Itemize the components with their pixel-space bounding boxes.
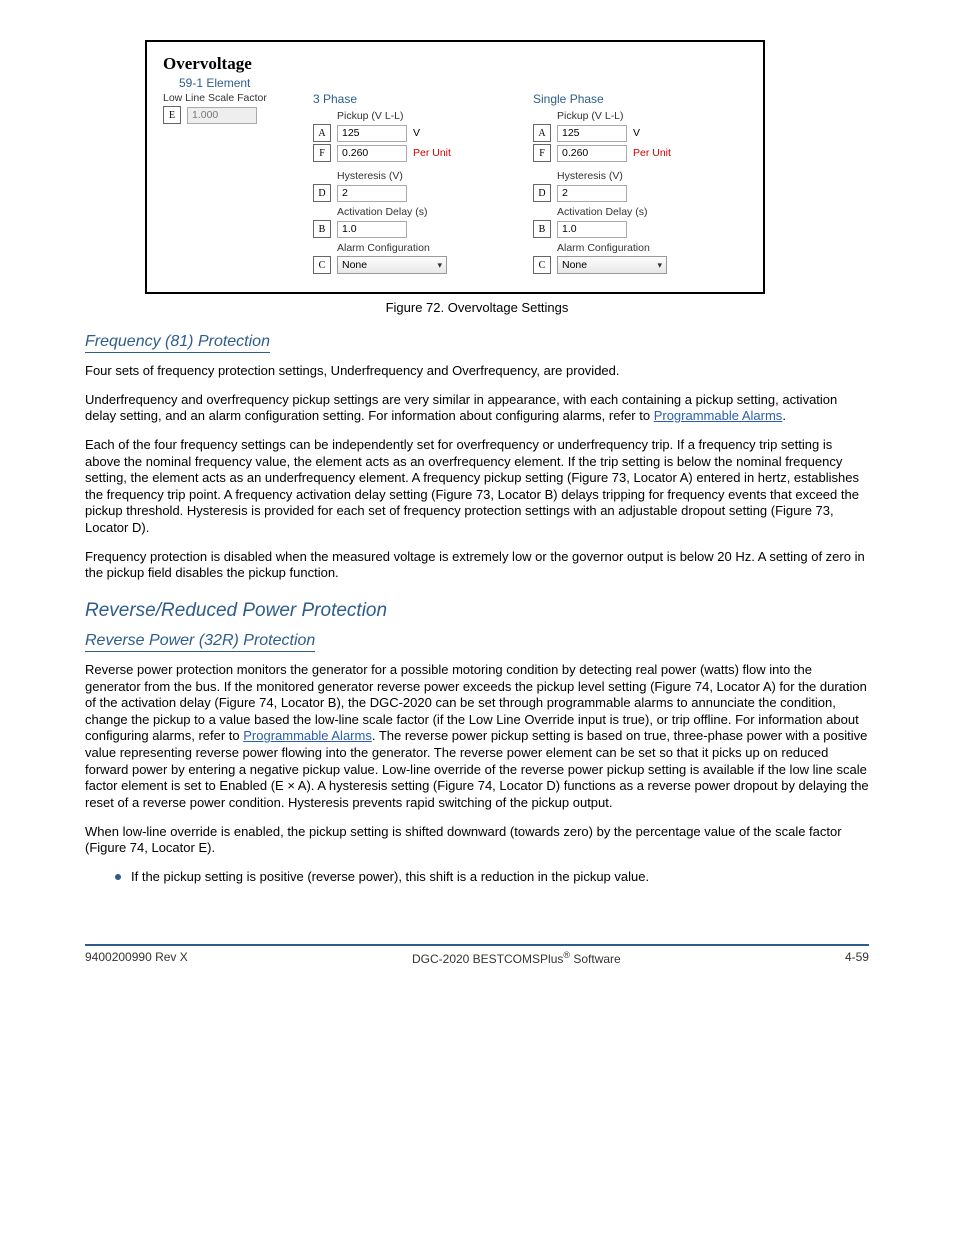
callout-d: D xyxy=(313,184,331,202)
col-heading-3phase: 3 Phase xyxy=(313,92,493,106)
figure-caption: Figure 72. Overvoltage Settings xyxy=(85,300,869,315)
callout-f: F xyxy=(313,144,331,162)
col-heading-single-phase: Single Phase xyxy=(533,92,713,106)
pickup-unit-sp: V xyxy=(633,127,640,139)
pickup-field[interactable]: 125 xyxy=(337,125,407,142)
perunit-unit-sp: Per Unit xyxy=(633,147,671,159)
bullet-item: If the pickup setting is positive (rever… xyxy=(115,869,869,884)
footer-left: 9400200990 Rev X xyxy=(85,950,188,966)
scale-factor-field[interactable]: 1.000 xyxy=(187,107,257,124)
callout-c-sp: C xyxy=(533,256,551,274)
subsection-32r-title: Reverse Power (32R) Protection xyxy=(85,632,315,652)
freq-para-2: Underfrequency and overfrequency pickup … xyxy=(85,392,869,425)
pickup-label: Pickup (V L-L) xyxy=(337,110,493,122)
alarm-dropdown-sp[interactable]: None xyxy=(557,256,667,274)
freq-para-3: Each of the four frequency settings can … xyxy=(85,437,869,537)
pickup-label-sp: Pickup (V L-L) xyxy=(557,110,713,122)
scale-factor-label: Low Line Scale Factor xyxy=(163,92,273,104)
figure-group-title: 59-1 Element xyxy=(179,76,747,90)
hysteresis-field[interactable]: 2 xyxy=(337,185,407,202)
callout-c: C xyxy=(313,256,331,274)
delay-field-sp[interactable]: 1.0 xyxy=(557,221,627,238)
callout-a-sp: A xyxy=(533,124,551,142)
callout-a: A xyxy=(313,124,331,142)
delay-label-sp: Activation Delay (s) xyxy=(557,206,713,218)
rev-power-para-2: When low-line override is enabled, the p… xyxy=(85,824,869,857)
section-reverse-power-title: Reverse/Reduced Power Protection xyxy=(85,600,869,622)
pickup-unit: V xyxy=(413,127,420,139)
perunit-field-sp[interactable]: 0.260 xyxy=(557,145,627,162)
alarm-label: Alarm Configuration xyxy=(337,242,493,254)
delay-field[interactable]: 1.0 xyxy=(337,221,407,238)
bullet-text: If the pickup setting is positive (rever… xyxy=(131,869,649,884)
callout-f-sp: F xyxy=(533,144,551,162)
freq-para-4: Frequency protection is disabled when th… xyxy=(85,549,869,582)
hysteresis-label: Hysteresis (V) xyxy=(337,170,493,182)
perunit-unit: Per Unit xyxy=(413,147,451,159)
pickup-field-sp[interactable]: 125 xyxy=(557,125,627,142)
footer-right: 4-59 xyxy=(845,950,869,966)
freq-para-1: Four sets of frequency protection settin… xyxy=(85,363,869,380)
footer-center: DGC-2020 BESTCOMSPlus® Software xyxy=(412,950,621,966)
programmable-alarms-link[interactable]: Programmable Alarms xyxy=(654,408,783,423)
perunit-field[interactable]: 0.260 xyxy=(337,145,407,162)
alarm-label-sp: Alarm Configuration xyxy=(557,242,713,254)
programmable-alarms-link-2[interactable]: Programmable Alarms xyxy=(243,728,372,743)
callout-b: B xyxy=(313,220,331,238)
delay-label: Activation Delay (s) xyxy=(337,206,493,218)
callout-d-sp: D xyxy=(533,184,551,202)
callout-e: E xyxy=(163,106,181,124)
figure-overvoltage-panel: Overvoltage 59-1 Element Low Line Scale … xyxy=(145,40,765,294)
hysteresis-field-sp[interactable]: 2 xyxy=(557,185,627,202)
bullet-dot-icon xyxy=(115,874,121,880)
callout-b-sp: B xyxy=(533,220,551,238)
hysteresis-label-sp: Hysteresis (V) xyxy=(557,170,713,182)
page-footer: 9400200990 Rev X DGC-2020 BESTCOMSPlus® … xyxy=(85,944,869,966)
rev-power-para-1: Reverse power protection monitors the ge… xyxy=(85,662,869,812)
figure-title: Overvoltage xyxy=(163,54,747,74)
alarm-dropdown[interactable]: None xyxy=(337,256,447,274)
section-frequency-title: Frequency (81) Protection xyxy=(85,333,270,353)
